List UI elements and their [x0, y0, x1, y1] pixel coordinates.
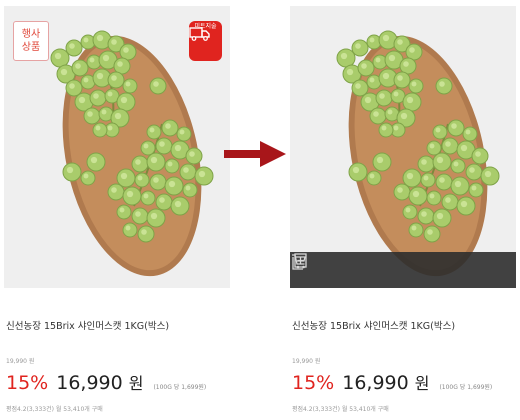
- discount-rate: 15%: [292, 372, 335, 394]
- event-badge-line2: 상품: [21, 42, 41, 53]
- delivery-badge: 미트지술: [189, 21, 222, 61]
- price-row: 15% 16,990 원 (100G 당 1,699원): [292, 370, 492, 394]
- unit-price: (100G 당 1,699원): [153, 384, 207, 391]
- event-badge-line1: 행사: [21, 29, 41, 40]
- original-price: 19,990 원: [6, 358, 35, 365]
- unit-price: (100G 당 1,699원): [439, 384, 493, 391]
- sale-price: 16,990: [56, 372, 123, 394]
- arrow-right-icon: [224, 141, 286, 167]
- sale-price: 16,990: [342, 372, 409, 394]
- product-card-default[interactable]: 행사 상품 미트지술 신선농장 15Brix 샤인머스캣 1KG(박스) 19,…: [4, 0, 230, 420]
- event-product-badge: 행사 상품: [13, 21, 49, 61]
- product-image[interactable]: [290, 6, 516, 288]
- product-image[interactable]: 행사 상품 미트지술: [4, 6, 230, 288]
- original-price: 19,990 원: [292, 358, 321, 365]
- product-title[interactable]: 신선농장 15Brix 샤인머스캣 1KG(박스): [6, 318, 228, 332]
- price-row: 15% 16,990 원 (100G 당 1,699원): [6, 370, 206, 394]
- rating-purchase-info: 평점4.2(3,333건) 월 53,410개 구매: [6, 406, 103, 413]
- hover-action-bar: [290, 252, 516, 288]
- product-card-hover[interactable]: 신선농장 15Brix 샤인머스캣 1KG(박스) 19,990 원 15% 1…: [290, 0, 516, 420]
- truck-icon: [189, 27, 210, 41]
- product-title[interactable]: 신선농장 15Brix 샤인머스캣 1KG(박스): [292, 318, 514, 332]
- rating-purchase-info: 평점4.2(3,333건) 월 53,410개 구매: [292, 406, 389, 413]
- add-to-list-button[interactable]: [292, 253, 443, 281]
- grape-plate-image: [336, 30, 500, 277]
- cart-button[interactable]: [292, 254, 385, 281]
- add-to-list-icon[interactable]: [290, 252, 308, 270]
- currency-label: 원: [128, 374, 144, 393]
- currency-label: 원: [414, 374, 430, 393]
- discount-rate: 15%: [6, 372, 49, 394]
